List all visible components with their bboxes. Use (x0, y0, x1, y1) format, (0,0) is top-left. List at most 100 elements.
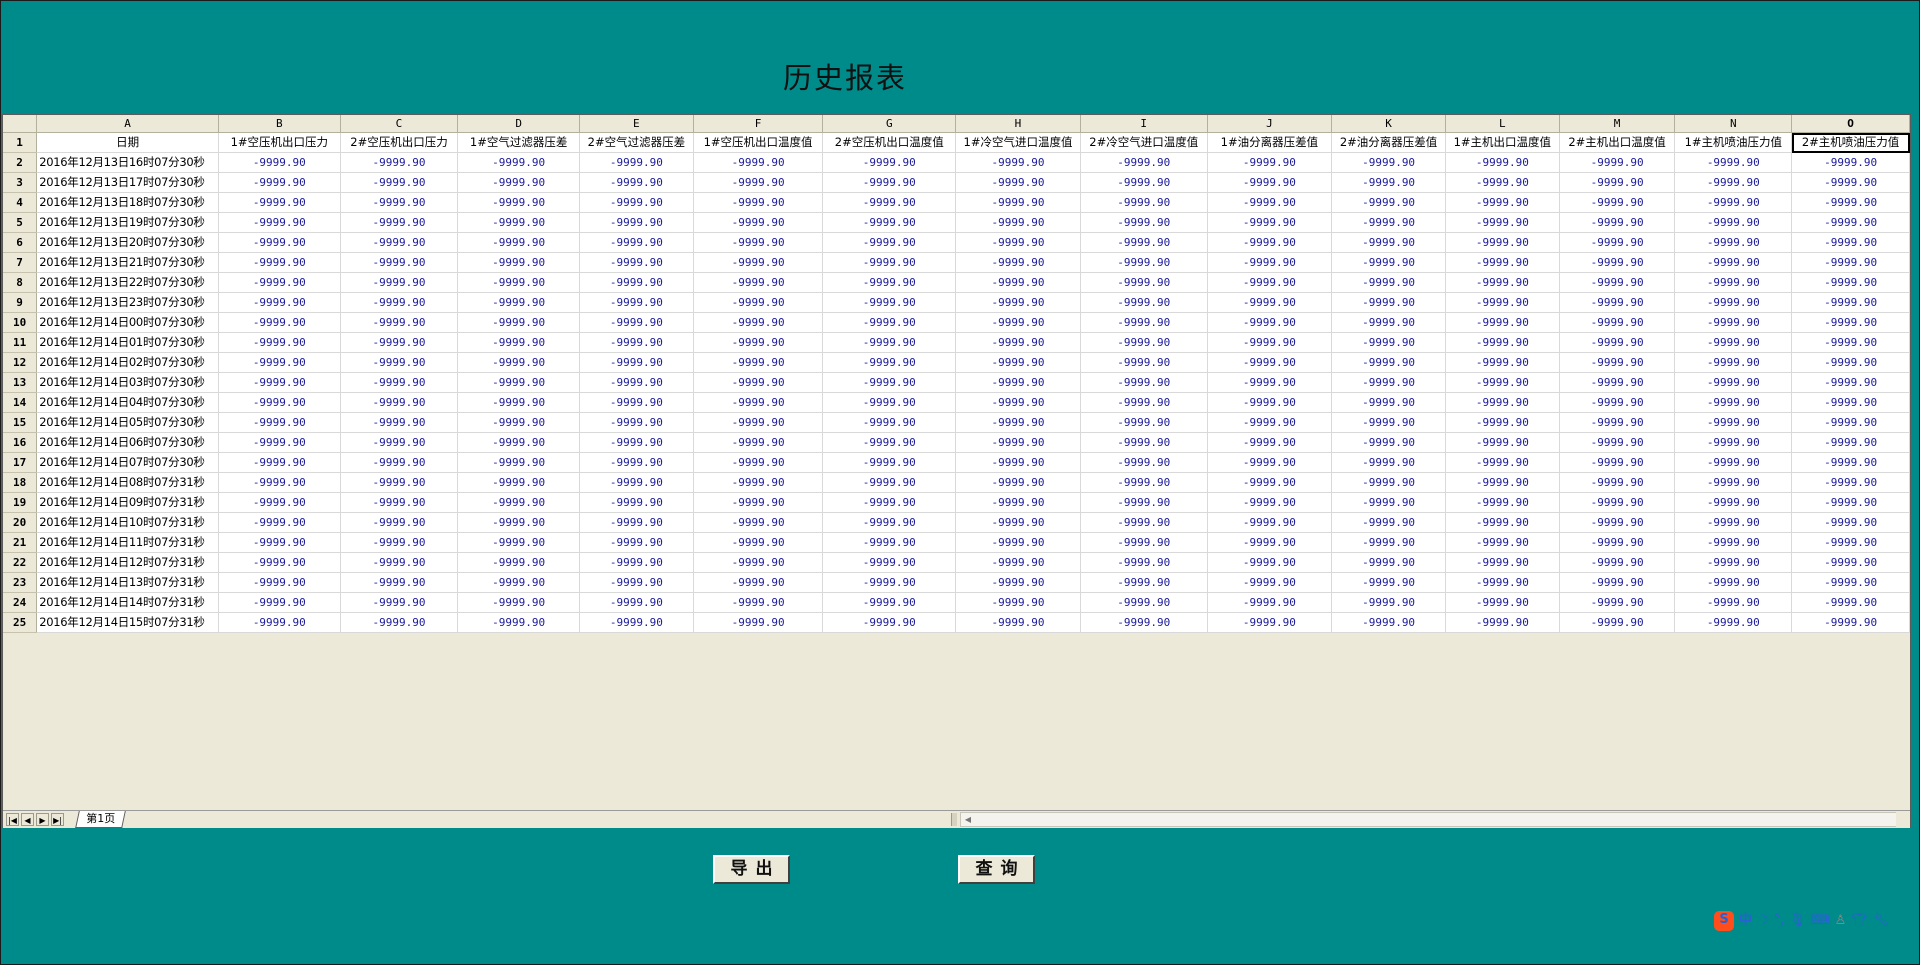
value-cell[interactable]: -9999.90 (218, 392, 341, 413)
value-cell[interactable]: -9999.90 (1080, 572, 1208, 593)
column-header[interactable]: N (1674, 115, 1793, 133)
value-cell[interactable]: -9999.90 (1207, 452, 1333, 473)
value-cell[interactable]: -9999.90 (579, 372, 694, 393)
value-cell[interactable]: -9999.90 (457, 332, 580, 353)
value-cell[interactable]: -9999.90 (1445, 372, 1560, 393)
value-cell[interactable]: -9999.90 (579, 252, 694, 273)
value-cell[interactable]: -9999.90 (340, 372, 459, 393)
value-cell[interactable]: -9999.90 (579, 572, 694, 593)
header-cell[interactable]: 日期 (36, 132, 219, 153)
value-cell[interactable]: -9999.90 (457, 172, 580, 193)
value-cell[interactable]: -9999.90 (1559, 512, 1676, 533)
row-number[interactable]: 19 (3, 492, 38, 513)
value-cell[interactable]: -9999.90 (457, 352, 580, 373)
value-cell[interactable]: -9999.90 (1080, 312, 1208, 333)
value-cell[interactable]: -9999.90 (955, 392, 1081, 413)
value-cell[interactable]: -9999.90 (693, 352, 824, 373)
value-cell[interactable]: -9999.90 (218, 572, 341, 593)
value-cell[interactable]: -9999.90 (218, 372, 341, 393)
sheet-tab-page1[interactable]: 第1页 (75, 811, 126, 828)
value-cell[interactable]: -9999.90 (1207, 572, 1333, 593)
spreadsheet-view[interactable]: ABCDEFGHIJKLMNO 1 日期 1#空压机出口压力 2#空压机出口压力 1#空… (2, 114, 1911, 828)
value-cell[interactable]: -9999.90 (1445, 332, 1560, 353)
value-cell[interactable]: -9999.90 (1791, 212, 1910, 233)
value-cell[interactable]: -9999.90 (1080, 492, 1208, 513)
value-cell[interactable]: -9999.90 (579, 592, 694, 613)
value-cell[interactable]: -9999.90 (955, 172, 1081, 193)
row-number[interactable]: 5 (3, 212, 38, 233)
row-number[interactable]: 16 (3, 432, 38, 453)
value-cell[interactable]: -9999.90 (1445, 492, 1560, 513)
next-sheet-icon[interactable]: ▶ (36, 813, 49, 826)
value-cell[interactable]: -9999.90 (955, 212, 1081, 233)
row-number[interactable]: 23 (3, 572, 38, 593)
value-cell[interactable]: -9999.90 (955, 552, 1081, 573)
value-cell[interactable]: -9999.90 (1207, 172, 1333, 193)
value-cell[interactable]: -9999.90 (457, 552, 580, 573)
value-cell[interactable]: -9999.90 (218, 232, 341, 253)
select-all-corner[interactable] (3, 115, 38, 133)
date-cell[interactable]: 2016年12月14日14时07分31秒 (36, 592, 219, 613)
row-number[interactable]: 6 (3, 232, 38, 253)
column-header[interactable]: K (1331, 115, 1446, 133)
value-cell[interactable]: -9999.90 (1080, 412, 1208, 433)
value-cell[interactable]: -9999.90 (1674, 312, 1793, 333)
value-cell[interactable]: -9999.90 (1207, 392, 1333, 413)
value-cell[interactable]: -9999.90 (1559, 452, 1676, 473)
value-cell[interactable]: -9999.90 (1445, 152, 1560, 173)
value-cell[interactable]: -9999.90 (218, 192, 341, 213)
column-header[interactable]: D (457, 115, 580, 133)
last-sheet-icon[interactable]: ▶| (51, 813, 64, 826)
row-number[interactable]: 17 (3, 452, 38, 473)
date-cell[interactable]: 2016年12月14日13时07分31秒 (36, 572, 219, 593)
value-cell[interactable]: -9999.90 (457, 252, 580, 273)
value-cell[interactable]: -9999.90 (1331, 192, 1446, 213)
value-cell[interactable]: -9999.90 (693, 492, 824, 513)
value-cell[interactable]: -9999.90 (1080, 512, 1208, 533)
ime-lang-toggle[interactable]: 中 (1739, 912, 1752, 930)
value-cell[interactable]: -9999.90 (579, 272, 694, 293)
value-cell[interactable]: -9999.90 (1791, 492, 1910, 513)
date-cell[interactable]: 2016年12月14日01时07分30秒 (36, 332, 219, 353)
value-cell[interactable]: -9999.90 (579, 492, 694, 513)
value-cell[interactable]: -9999.90 (1791, 512, 1910, 533)
value-cell[interactable]: -9999.90 (579, 172, 694, 193)
value-cell[interactable]: -9999.90 (1445, 272, 1560, 293)
value-cell[interactable]: -9999.90 (340, 512, 459, 533)
value-cell[interactable]: -9999.90 (579, 512, 694, 533)
value-cell[interactable]: -9999.90 (579, 532, 694, 553)
user-icon[interactable]: ♙ (1835, 912, 1847, 930)
column-header[interactable]: C (340, 115, 459, 133)
date-cell[interactable]: 2016年12月14日09时07分31秒 (36, 492, 219, 513)
row-number[interactable]: 4 (3, 192, 38, 213)
value-cell[interactable]: -9999.90 (1445, 512, 1560, 533)
row-number[interactable]: 9 (3, 292, 38, 313)
value-cell[interactable]: -9999.90 (457, 152, 580, 173)
value-cell[interactable]: -9999.90 (1331, 252, 1446, 273)
value-cell[interactable]: -9999.90 (1791, 432, 1910, 453)
value-cell[interactable]: -9999.90 (340, 232, 459, 253)
date-cell[interactable]: 2016年12月14日15时07分31秒 (36, 612, 219, 633)
date-cell[interactable]: 2016年12月14日11时07分31秒 (36, 532, 219, 553)
value-cell[interactable]: -9999.90 (955, 352, 1081, 373)
date-cell[interactable]: 2016年12月13日22时07分30秒 (36, 272, 219, 293)
value-cell[interactable]: -9999.90 (1080, 552, 1208, 573)
value-cell[interactable]: -9999.90 (1331, 452, 1446, 473)
value-cell[interactable]: -9999.90 (218, 532, 341, 553)
value-cell[interactable]: -9999.90 (1445, 552, 1560, 573)
query-button[interactable]: 查询 (958, 855, 1035, 884)
column-header[interactable]: M (1559, 115, 1676, 133)
value-cell[interactable]: -9999.90 (1559, 192, 1676, 213)
value-cell[interactable]: -9999.90 (1674, 592, 1793, 613)
value-cell[interactable]: -9999.90 (1791, 552, 1910, 573)
value-cell[interactable]: -9999.90 (1791, 612, 1910, 633)
value-cell[interactable]: -9999.90 (822, 532, 957, 553)
value-cell[interactable]: -9999.90 (693, 152, 824, 173)
value-cell[interactable]: -9999.90 (822, 172, 957, 193)
value-cell[interactable]: -9999.90 (955, 512, 1081, 533)
value-cell[interactable]: -9999.90 (1674, 552, 1793, 573)
value-cell[interactable]: -9999.90 (1559, 292, 1676, 313)
value-cell[interactable]: -9999.90 (1674, 172, 1793, 193)
value-cell[interactable]: -9999.90 (1791, 172, 1910, 193)
value-cell[interactable]: -9999.90 (1791, 352, 1910, 373)
